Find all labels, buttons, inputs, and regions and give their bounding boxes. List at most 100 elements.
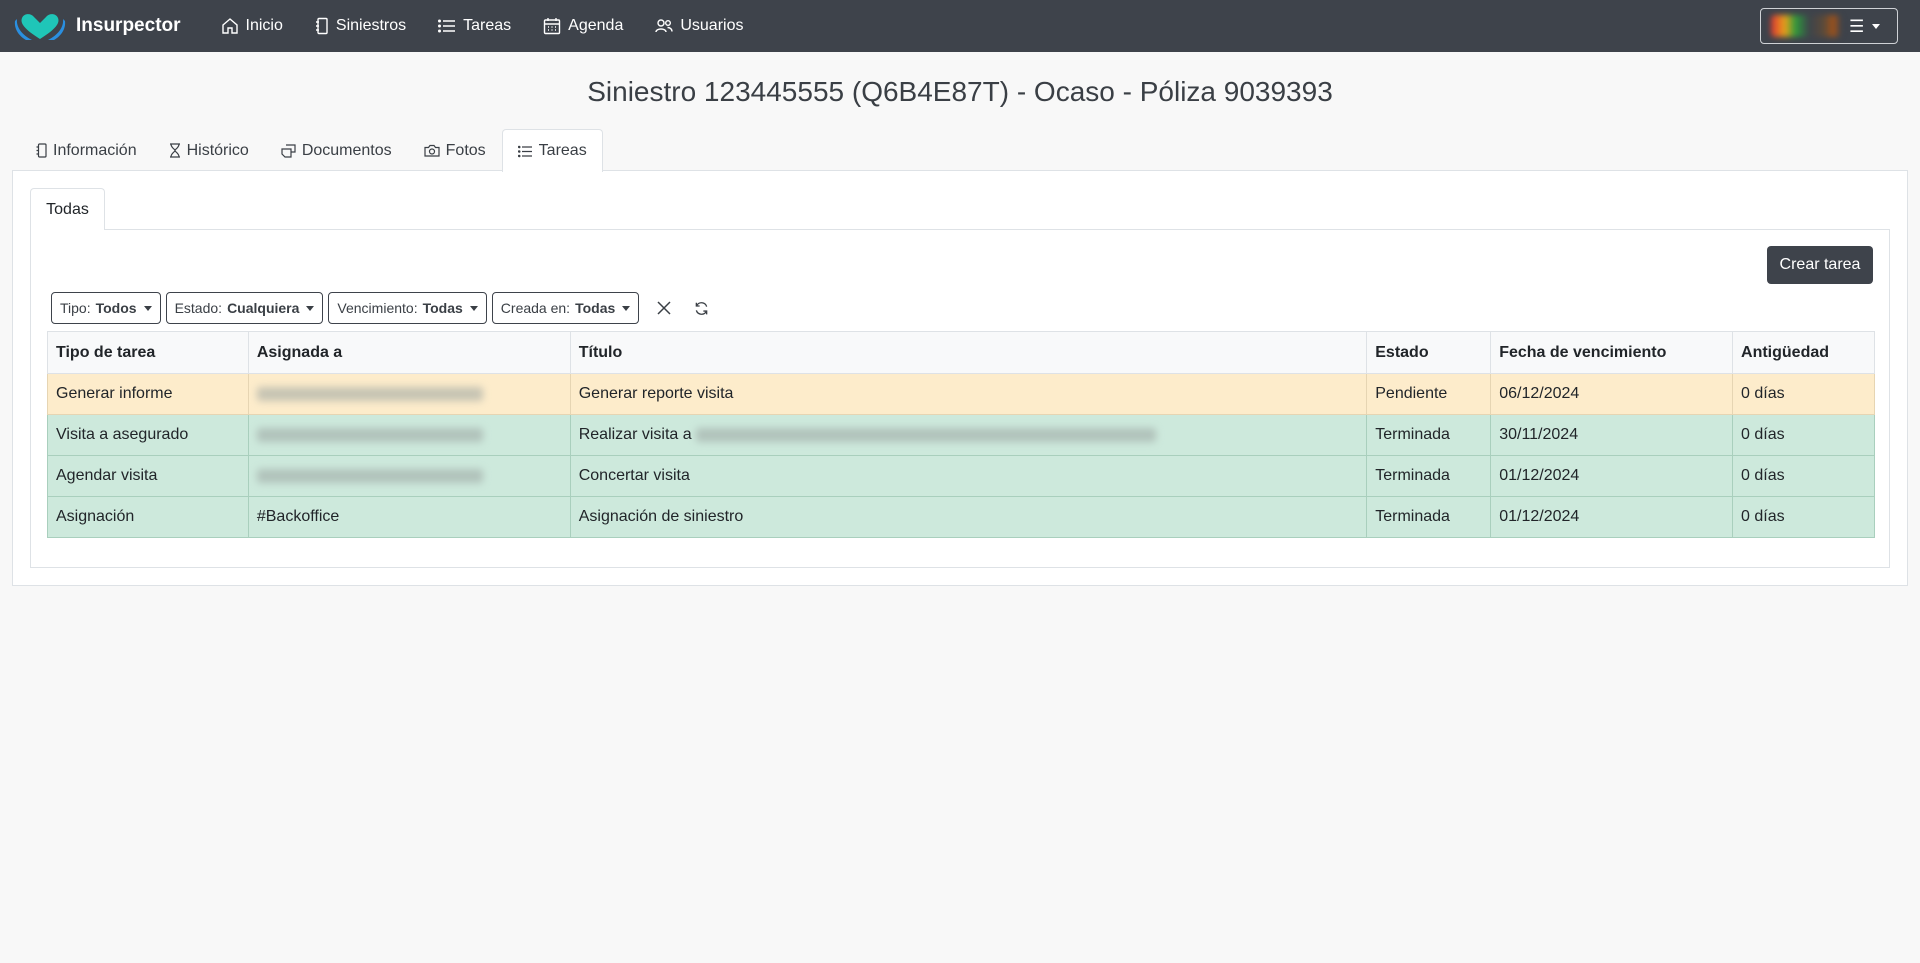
cell-asignada (247, 455, 571, 497)
col-header-titulo[interactable]: Título (569, 331, 1368, 374)
col-header-asignada[interactable]: Asignada a (247, 331, 571, 374)
cell-estado: Terminada (1366, 455, 1492, 497)
table-row[interactable]: Generar informe Generar reporte visita P… (47, 373, 1875, 415)
filters-bar: Tipo: Todos Estado: Cualquiera Vencimien… (51, 292, 717, 324)
cell-antiguedad: 0 días (1732, 455, 1875, 497)
cell-asignada (247, 414, 571, 456)
subtab-todas[interactable]: Todas (30, 188, 105, 230)
list-icon (438, 19, 456, 33)
heart-hands-logo-icon (14, 14, 66, 40)
table-row[interactable]: Agendar visita Concertar visita Terminad… (47, 455, 1875, 497)
cell-asignada (247, 373, 571, 415)
cell-asignada: #Backoffice (247, 496, 571, 538)
tab-documentos[interactable]: Documentos (265, 129, 408, 171)
nav-usuarios[interactable]: Usuarios (639, 0, 759, 52)
col-header-fecha[interactable]: Fecha de vencimiento (1490, 331, 1734, 374)
table-row[interactable]: Visita a asegurado Realizar visita a Ter… (47, 414, 1875, 456)
cell-estado: Pendiente (1366, 373, 1492, 415)
camera-icon (424, 144, 440, 157)
caret-down-icon (469, 305, 478, 311)
filter-creada-en-value: Todas (575, 300, 616, 316)
brand[interactable]: Insurpector (14, 11, 181, 41)
tab-informacion-label: Información (53, 141, 137, 159)
cell-titulo: Realizar visita a (569, 414, 1368, 456)
col-header-antiguedad[interactable]: Antigüedad (1732, 331, 1875, 374)
redacted-name (256, 468, 483, 483)
filter-vencimiento[interactable]: Vencimiento: Todas (328, 292, 487, 324)
table-header-row: Tipo de tarea Asignada a Título Estado F… (47, 331, 1875, 374)
tab-fotos[interactable]: Fotos (408, 129, 502, 171)
redacted-name (256, 427, 483, 442)
cell-tipo: Generar informe (47, 373, 249, 415)
filter-tipo-label: Tipo: (60, 300, 91, 316)
tab-historico[interactable]: Histórico (153, 129, 265, 171)
cell-antiguedad: 0 días (1732, 496, 1875, 538)
nav-siniestros[interactable]: Siniestros (299, 0, 422, 52)
tab-informacion[interactable]: Información (20, 129, 153, 171)
tasks-panel: Crear tarea Tipo: Todos Estado: Cualquie… (30, 229, 1890, 568)
page-title: Siniestro 123445555 (Q6B4E87T) - Ocaso -… (587, 76, 1333, 107)
filter-estado[interactable]: Estado: Cualquiera (165, 292, 324, 324)
filter-tipo[interactable]: Tipo: Todos (51, 292, 161, 324)
close-icon (657, 301, 671, 315)
filter-vencimiento-value: Todas (422, 300, 463, 316)
cell-estado: Terminada (1366, 414, 1492, 456)
caret-down-icon (143, 305, 152, 311)
users-icon (655, 19, 674, 33)
hourglass-icon (169, 143, 180, 158)
cell-titulo: Asignación de siniestro (569, 496, 1368, 538)
tab-tareas[interactable]: Tareas (501, 129, 603, 172)
user-menu-button[interactable]: ☰ (1760, 8, 1898, 44)
table-row[interactable]: Asignación #Backoffice Asignación de sin… (47, 496, 1875, 538)
cell-antiguedad: 0 días (1732, 373, 1875, 415)
clear-filters-button[interactable] (648, 292, 680, 324)
calendar-icon (543, 18, 561, 35)
list-icon (517, 145, 532, 157)
tab-fotos-label: Fotos (445, 141, 486, 159)
notebook-icon (36, 143, 47, 158)
filter-tipo-value: Todos (95, 300, 137, 316)
cell-tipo: Visita a asegurado (47, 414, 249, 456)
documents-icon (281, 143, 296, 158)
nav-siniestros-label: Siniestros (335, 17, 407, 34)
nav-inicio[interactable]: Inicio (205, 0, 299, 52)
cell-estado: Terminada (1366, 496, 1492, 538)
nav-agenda[interactable]: Agenda (527, 0, 639, 52)
top-navbar: Insurpector Inicio Siniestros Tareas Age… (0, 0, 1920, 52)
nav-tareas-label: Tareas (463, 17, 512, 34)
notebook-icon (315, 17, 328, 35)
cell-fecha: 01/12/2024 (1490, 496, 1734, 538)
filter-creada-en[interactable]: Creada en: Todas (491, 292, 640, 324)
avatar (1771, 15, 1841, 37)
tab-content-panel: Todas Crear tarea Tipo: Todos Estado: Cu… (12, 170, 1908, 586)
refresh-icon (695, 301, 708, 315)
nav-usuarios-label: Usuarios (680, 17, 744, 34)
cell-fecha: 01/12/2024 (1490, 455, 1734, 497)
redacted-address (696, 427, 1157, 442)
cell-titulo: Generar reporte visita (569, 373, 1368, 415)
cell-titulo-text: Realizar visita a (578, 426, 697, 443)
create-task-button[interactable]: Crear tarea (1767, 246, 1873, 284)
cell-antiguedad: 0 días (1732, 414, 1875, 456)
filter-estado-value: Cualquiera (227, 300, 300, 316)
hamburger-icon: ☰ (1849, 16, 1865, 36)
redacted-name (256, 386, 483, 401)
tab-documentos-label: Documentos (301, 141, 392, 159)
tasks-table: Tipo de tarea Asignada a Título Estado F… (47, 331, 1875, 538)
filter-creada-en-label: Creada en: (500, 300, 571, 316)
claim-tabs: Información Histórico Documentos Fotos T… (0, 129, 1920, 172)
brand-name: Insurpector (76, 15, 181, 36)
nav-tareas[interactable]: Tareas (422, 0, 527, 52)
cell-titulo: Concertar visita (569, 455, 1368, 497)
cell-fecha: 30/11/2024 (1490, 414, 1734, 456)
nav-inicio-label: Inicio (245, 17, 283, 34)
col-header-tipo[interactable]: Tipo de tarea (47, 331, 249, 374)
tab-historico-label: Histórico (186, 141, 249, 159)
cell-fecha: 06/12/2024 (1490, 373, 1734, 415)
filter-vencimiento-label: Vencimiento: (337, 300, 418, 316)
col-header-estado[interactable]: Estado (1366, 331, 1492, 374)
chevron-down-icon (1872, 23, 1881, 29)
refresh-button[interactable] (685, 292, 717, 324)
cell-tipo: Asignación (47, 496, 249, 538)
caret-down-icon (306, 305, 315, 311)
